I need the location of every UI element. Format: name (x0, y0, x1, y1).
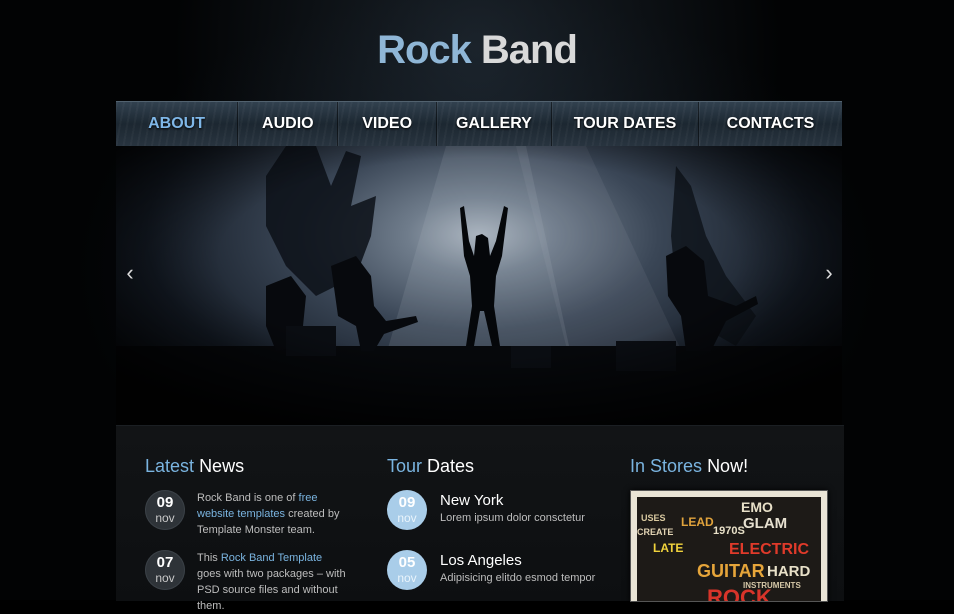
tour-description: Adipisicing elitdo esmod tempor (440, 572, 596, 584)
concert-silhouette-art (116, 146, 842, 425)
album-word: HARD (767, 563, 811, 580)
slider-prev-button[interactable]: ‹ (122, 262, 138, 284)
album-cover-image[interactable]: EMO USES GLAM CREATE LEAD 1970S LATE ELE… (630, 490, 828, 602)
album-word: EMO (741, 499, 773, 515)
nav-contacts[interactable]: CONTACTS (699, 102, 842, 146)
album-word: 1970S (713, 525, 745, 537)
news-link[interactable]: Rock Band Template (221, 552, 322, 564)
slider-next-button[interactable]: › (821, 262, 837, 284)
tour-dates-section: Tour Dates 09 nov New York Lorem ipsum d… (387, 456, 607, 600)
tour-city: Los Angeles (440, 552, 522, 569)
album-word: LEAD (681, 515, 714, 529)
tour-date-badge: 09 nov (387, 490, 427, 530)
tour-dates-heading: Tour Dates (387, 456, 475, 476)
album-word: CREATE (637, 527, 674, 537)
latest-news-heading: Latest News (145, 456, 245, 476)
in-stores-section: In Stores Now! (630, 456, 830, 477)
news-text: Rock Band is one of free website templat… (197, 492, 340, 536)
album-word: ROCK (707, 585, 772, 601)
album-word: USES (641, 513, 666, 523)
site-logo[interactable]: Rock Band (0, 28, 954, 73)
news-date-badge: 07 nov (145, 550, 185, 590)
nav-video[interactable]: VIDEO (338, 102, 437, 146)
nav-tour-dates[interactable]: TOUR DATES (552, 102, 699, 146)
nav-about[interactable]: ABOUT (116, 102, 239, 146)
hero-concert-image (116, 146, 842, 425)
nav-audio[interactable]: AUDIO (238, 102, 339, 146)
tour-description: Lorem ipsum dolor consctetur (440, 512, 585, 524)
album-word: GLAM (743, 515, 788, 532)
tour-date-badge: 05 nov (387, 550, 427, 590)
album-word: LATE (653, 541, 684, 555)
news-text: This Rock Band Template goes with two pa… (197, 552, 346, 612)
news-date-badge: 09 nov (145, 490, 185, 530)
chevron-left-icon: ‹ (126, 260, 134, 285)
latest-news-section: Latest News 09 nov Rock Band is one of f… (145, 456, 355, 612)
album-art: EMO USES GLAM CREATE LEAD 1970S LATE ELE… (637, 497, 821, 601)
chevron-right-icon: › (825, 260, 833, 285)
main-nav: ABOUT AUDIO VIDEO GALLERY TOUR DATES CON… (116, 101, 842, 147)
nav-gallery[interactable]: GALLERY (437, 102, 552, 146)
album-word: GUITAR (697, 561, 765, 581)
logo-word-rock: Rock (377, 28, 472, 72)
tour-city: New York (440, 492, 504, 509)
album-word: ELECTRIC (729, 541, 809, 558)
logo-word-band: Band (480, 28, 578, 72)
in-stores-heading: In Stores Now! (630, 456, 749, 476)
